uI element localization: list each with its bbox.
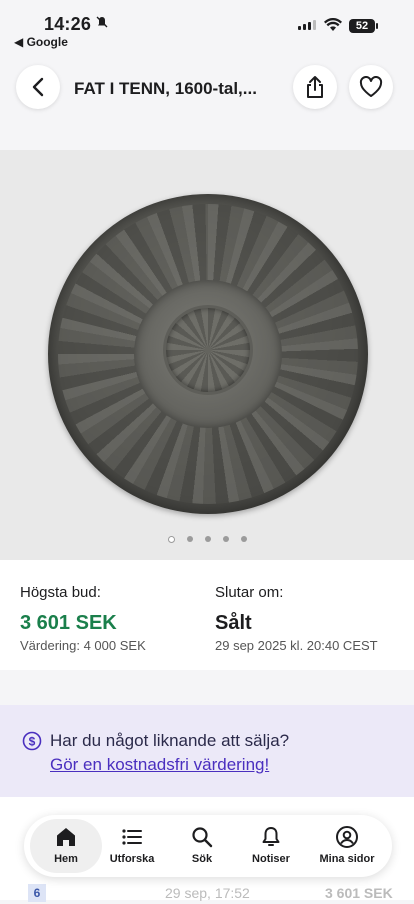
gallery-dot[interactable] <box>167 536 175 543</box>
tab-label: Hem <box>54 853 78 865</box>
favorite-button[interactable] <box>349 65 393 109</box>
header: FAT I TENN, 1600-tal,... <box>0 52 414 122</box>
gallery-dot[interactable] <box>222 536 229 542</box>
tab-label: Mina sidor <box>319 853 375 865</box>
heart-icon <box>359 76 383 97</box>
tab-my-pages[interactable]: Mina sidor <box>308 819 386 873</box>
bid-summary: Högsta bud: 3 601 SEK Värdering: 4 000 S… <box>0 560 414 670</box>
free-valuation-link[interactable]: Gör en kostnadsfri värdering! <box>50 755 269 775</box>
image-gallery[interactable] <box>0 150 414 560</box>
bid-history-row: 6 29 sep, 17:52 3 601 SEK <box>0 884 414 904</box>
svg-text:$: $ <box>29 735 36 749</box>
user-icon <box>336 826 358 848</box>
status-bar: 14:26 ◀ Google 52 <box>0 0 414 52</box>
share-button[interactable] <box>293 65 337 109</box>
back-to-app-link[interactable]: ◀ Google <box>14 35 68 49</box>
ends-value: Sålt <box>215 612 252 634</box>
list-icon <box>122 829 142 845</box>
tab-notifications[interactable]: Notiser <box>235 819 307 873</box>
gallery-dot[interactable] <box>240 536 247 542</box>
bottom-tab-bar: Hem Utforska Sök Notiser Mina sidor <box>24 815 392 877</box>
status-time: 14:26 <box>44 14 92 34</box>
gallery-dot[interactable] <box>204 536 211 542</box>
home-icon <box>57 828 75 846</box>
bid-date: 29 sep, 17:52 <box>165 885 250 901</box>
pewter-plate-image <box>48 194 368 514</box>
tab-search[interactable]: Sök <box>166 819 238 873</box>
valuation-text: Värdering: 4 000 SEK <box>20 638 146 653</box>
highest-bid-label: Högsta bud: <box>20 584 101 601</box>
tab-explore[interactable]: Utforska <box>96 819 168 873</box>
tab-label: Notiser <box>252 853 290 865</box>
bell-icon <box>262 827 280 846</box>
section-divider <box>0 670 414 705</box>
page-title: FAT I TENN, 1600-tal,... <box>74 79 257 98</box>
gallery-pagination <box>0 536 414 543</box>
battery-icon: 52 <box>349 19 378 33</box>
signal-icon <box>298 20 316 30</box>
wifi-icon <box>324 18 342 31</box>
gallery-dot[interactable] <box>186 536 193 542</box>
promo-question: Har du något liknande att sälja? <box>50 731 290 750</box>
chevron-left-icon <box>32 77 44 97</box>
valuation-promo: $ Har du något liknande att sälja? Gör e… <box>0 705 414 797</box>
share-icon <box>307 76 323 98</box>
search-icon <box>192 827 213 848</box>
bid-number: 6 <box>28 884 46 902</box>
back-button[interactable] <box>16 65 60 109</box>
bid-amount: 3 601 SEK <box>325 885 393 901</box>
ends-label: Slutar om: <box>215 584 284 601</box>
dollar-circle-icon: $ <box>22 731 42 751</box>
silent-bell-icon <box>96 16 108 31</box>
highest-bid-value: 3 601 SEK <box>20 612 117 634</box>
ends-date: 29 sep 2025 kl. 20:40 CEST <box>215 638 378 653</box>
plate-medallion <box>166 308 250 392</box>
tab-label: Sök <box>191 853 213 865</box>
tab-home[interactable]: Hem <box>30 819 102 873</box>
tab-label: Utforska <box>109 853 155 865</box>
